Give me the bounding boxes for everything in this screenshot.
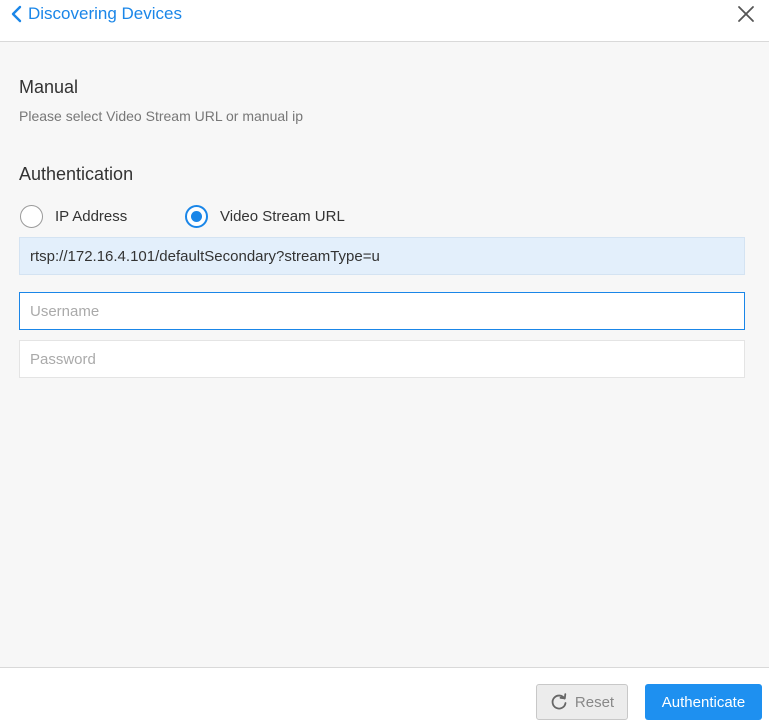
- back-link-label: Discovering Devices: [28, 4, 182, 23]
- radio-ip-address-circle[interactable]: [20, 204, 43, 228]
- manual-title: Manual: [19, 77, 79, 97]
- password-input[interactable]: [19, 340, 745, 378]
- authentication-title: Authentication: [19, 164, 134, 184]
- refresh-icon: [551, 693, 567, 710]
- radio-video-stream-url[interactable]: Video Stream URL: [185, 203, 345, 229]
- radio-video-stream-url-circle[interactable]: [185, 204, 208, 228]
- manual-hint: Please select Video Stream URL or manual…: [19, 108, 304, 124]
- close-icon: [738, 6, 754, 22]
- radio-ip-address[interactable]: IP Address: [20, 203, 127, 229]
- chevron-left-icon: [11, 5, 22, 23]
- dialog-header: Discovering Devices: [0, 0, 769, 42]
- close-button[interactable]: [735, 3, 757, 25]
- username-input[interactable]: [19, 292, 745, 330]
- reset-button[interactable]: Reset: [536, 684, 628, 720]
- radio-video-stream-url-label: Video Stream URL: [220, 207, 345, 225]
- stream-url-input[interactable]: [19, 237, 745, 275]
- back-link[interactable]: Discovering Devices: [11, 2, 182, 26]
- authenticate-button[interactable]: Authenticate: [645, 684, 762, 720]
- reset-button-label: Reset: [574, 693, 615, 711]
- radio-ip-address-label: IP Address: [55, 207, 128, 225]
- dialog-footer: Reset Authenticate: [0, 667, 769, 720]
